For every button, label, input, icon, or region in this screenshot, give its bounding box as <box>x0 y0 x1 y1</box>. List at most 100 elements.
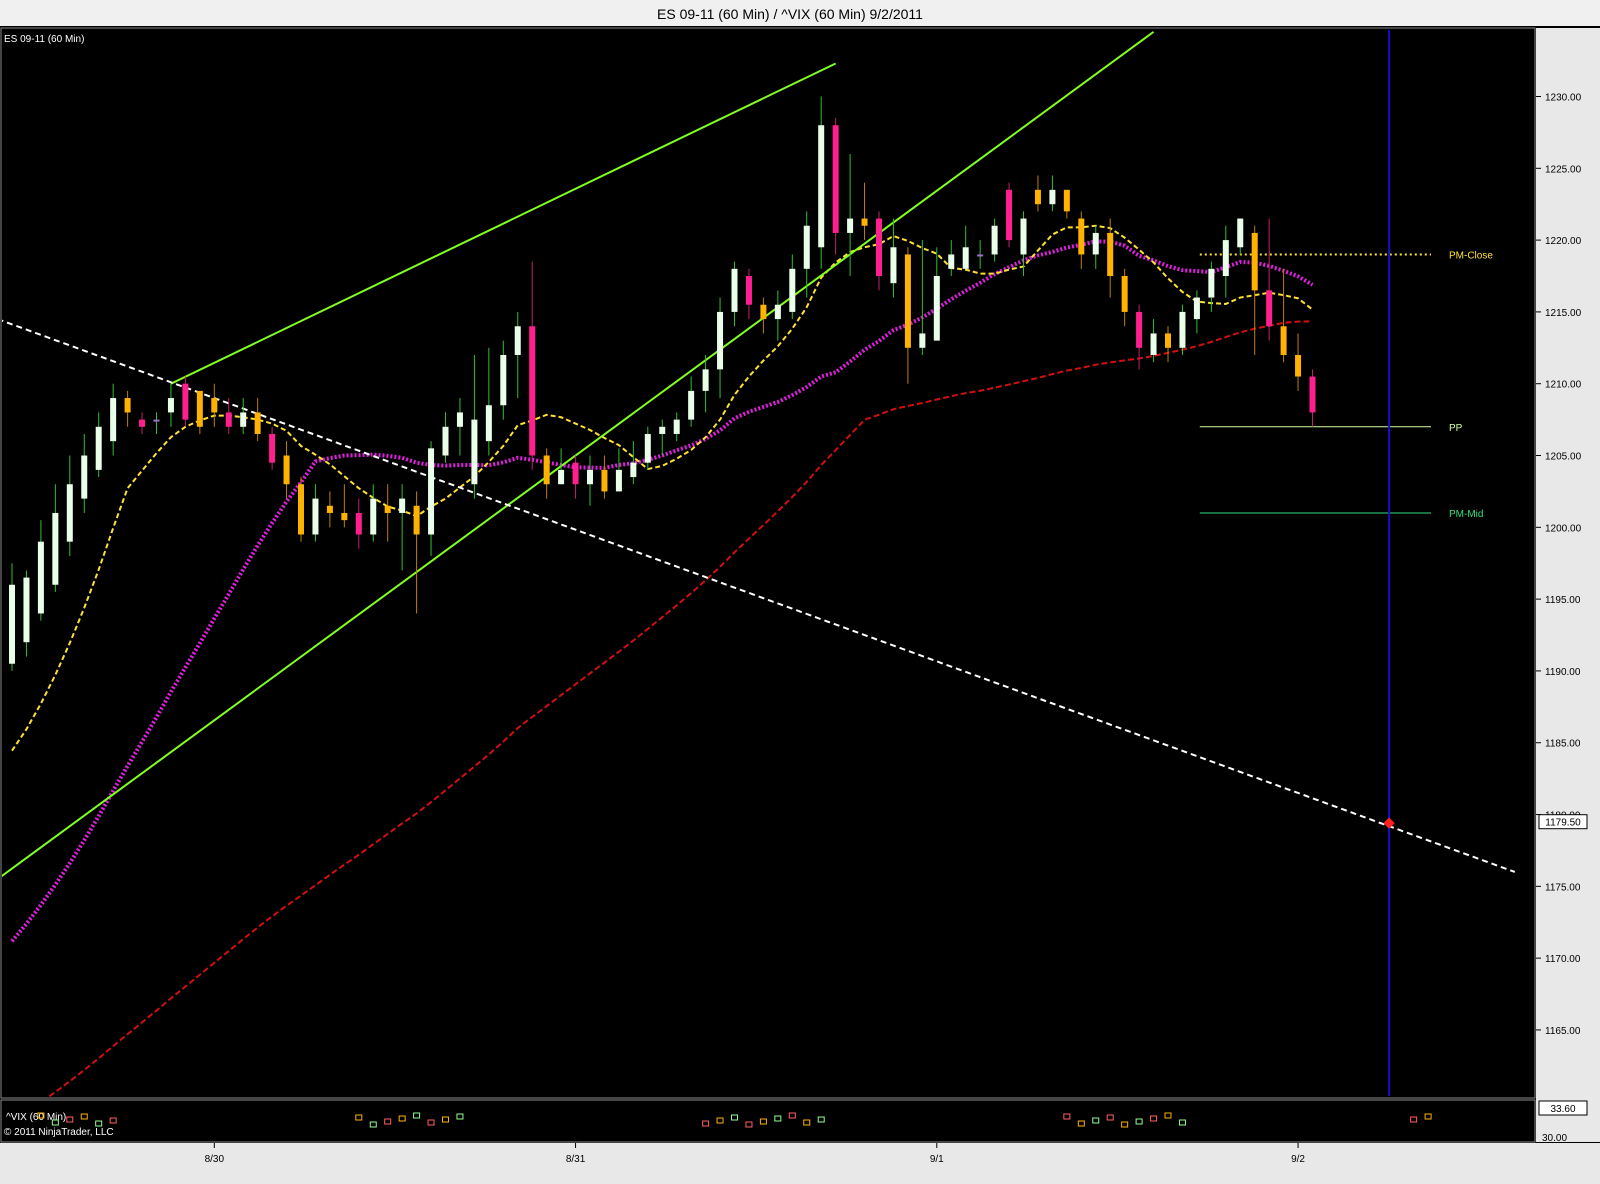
candle-body <box>1280 326 1287 355</box>
candle-body <box>95 426 102 470</box>
candle-body <box>211 398 218 413</box>
candle-body <box>139 419 146 427</box>
candle-body <box>341 512 348 521</box>
candle-body <box>355 512 362 535</box>
candle-body <box>196 390 203 427</box>
time-axis[interactable] <box>0 1143 1600 1184</box>
candle-body <box>1049 189 1056 205</box>
candle-body <box>948 254 955 269</box>
window-title: ES 09-11 (60 Min) / ^VIX (60 Min) 9/2/20… <box>657 6 923 22</box>
candle-body <box>1107 232 1114 277</box>
candle-body <box>182 383 189 420</box>
candle-body <box>240 412 247 427</box>
price-tick-label: 1185.00 <box>1545 739 1581 750</box>
price-panel-label: ES 09-11 (60 Min) <box>4 34 84 45</box>
candle-body <box>9 584 15 664</box>
candle-body <box>572 462 579 485</box>
candle-body <box>615 469 622 492</box>
candle-body <box>1150 333 1157 355</box>
candle-body <box>471 419 478 485</box>
price-tick-label: 1175.00 <box>1545 882 1581 893</box>
candle-body <box>962 247 969 269</box>
candle-body <box>1063 189 1070 212</box>
candle-body <box>1208 268 1215 298</box>
candle-body <box>500 354 507 406</box>
candle-body <box>1222 240 1229 277</box>
candle-body <box>81 455 88 499</box>
candle-body <box>110 398 117 442</box>
last-price-tag: 1179.50 <box>1538 814 1588 830</box>
candle-body <box>37 541 44 614</box>
candle-body <box>774 304 781 320</box>
candle-body <box>456 412 463 427</box>
candle-body <box>991 225 998 255</box>
price-tick-label: 1165.00 <box>1545 1026 1581 1037</box>
candle-body <box>1121 276 1128 312</box>
candle-body <box>326 505 333 513</box>
candle-body <box>644 433 651 463</box>
price-panel[interactable] <box>0 27 1536 1099</box>
candle-body <box>760 304 767 320</box>
candle-body <box>1006 189 1013 241</box>
vix-value: 33.60 <box>1550 1104 1575 1115</box>
candle-body <box>529 326 536 456</box>
candle-body <box>1034 189 1041 205</box>
candle-body <box>977 254 984 257</box>
candle-body <box>543 455 550 485</box>
candle-body <box>919 333 926 348</box>
candle-body <box>254 412 261 434</box>
price-axis[interactable] <box>1536 28 1600 1142</box>
candle-body <box>370 498 377 535</box>
price-tick-label: 1195.00 <box>1545 595 1581 606</box>
candle-body <box>587 469 593 485</box>
candle-body <box>1092 232 1099 255</box>
candle-body <box>1309 376 1316 413</box>
candle-body <box>1136 311 1143 348</box>
candle-body <box>1078 218 1085 255</box>
chart-canvas: ES 09-11 (60 Min) / ^VIX (60 Min) 9/2/20… <box>0 0 1600 1184</box>
price-tick-label: 1170.00 <box>1545 954 1581 965</box>
pp-label: PP <box>1449 423 1463 434</box>
price-tick-label: 1205.00 <box>1545 452 1582 463</box>
vix-value-tag: 33.60 <box>1538 1100 1588 1116</box>
price-tick-label: 1190.00 <box>1545 667 1581 678</box>
candle-body <box>803 225 810 269</box>
time-tick-label: 8/30 <box>205 1154 225 1165</box>
price-tick-label: 1220.00 <box>1545 236 1582 247</box>
time-tick-label: 9/2 <box>1291 1154 1305 1165</box>
candle-body <box>861 218 868 226</box>
vix-axis-tick: 30.00 <box>1542 1133 1567 1144</box>
candle-body <box>1266 290 1273 327</box>
candle-body <box>1295 354 1302 377</box>
candle-body <box>818 125 825 248</box>
candle-body <box>485 405 492 442</box>
candle-body <box>847 218 854 233</box>
candle-body <box>673 419 680 434</box>
candle-body <box>659 426 666 434</box>
candle-body <box>789 268 796 312</box>
candle-body <box>413 505 420 535</box>
candle-body <box>1193 297 1200 320</box>
candle-body <box>167 398 174 413</box>
pm-mid-label: PM-Mid <box>1449 509 1483 520</box>
candle-body <box>601 469 608 492</box>
price-tick-label: 1225.00 <box>1545 164 1582 175</box>
candle-body <box>688 390 695 420</box>
candle-body <box>558 469 565 485</box>
candle-body <box>52 512 59 585</box>
copyright-text: © 2011 NinjaTrader, LLC <box>4 1127 114 1138</box>
candle-body <box>514 326 521 355</box>
last-price-value: 1179.50 <box>1545 818 1581 829</box>
candle-body <box>66 484 73 542</box>
candle-body <box>1251 232 1258 291</box>
candle-body <box>717 311 724 370</box>
price-tick-label: 1215.00 <box>1545 308 1582 319</box>
candle-body <box>876 218 882 277</box>
candle-body <box>312 498 319 535</box>
time-tick-label: 8/31 <box>566 1154 586 1165</box>
candle-body <box>1020 218 1027 255</box>
vix-panel[interactable] <box>0 1099 1536 1143</box>
candle-body <box>832 125 839 233</box>
candle-body <box>399 498 406 513</box>
candle-body <box>225 412 232 427</box>
